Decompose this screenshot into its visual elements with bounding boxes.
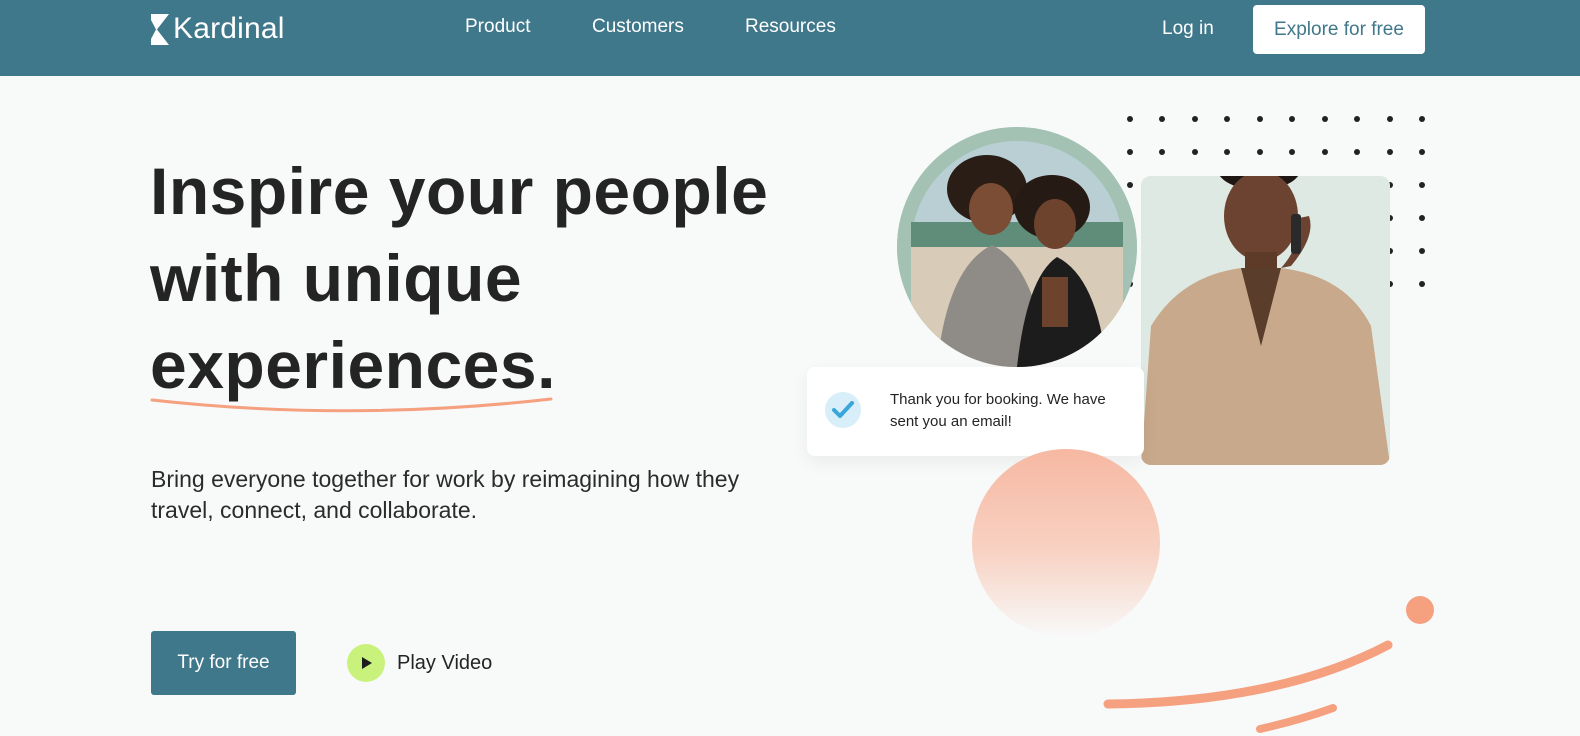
brand-logo[interactable]: Kardinal	[151, 12, 285, 46]
booking-confirmation-toast: Thank you for booking. We have sent you …	[807, 367, 1144, 456]
login-link[interactable]: Log in	[1162, 18, 1214, 40]
brand-name: Kardinal	[173, 12, 285, 45]
man-on-phone-photo	[1141, 176, 1390, 465]
try-for-free-button[interactable]: Try for free	[151, 631, 296, 695]
play-video-button[interactable]: Play Video	[347, 644, 492, 682]
nav-link-resources[interactable]: Resources	[745, 16, 836, 38]
top-nav: Kardinal Product Customers Resources Log…	[0, 0, 1580, 76]
nav-link-product[interactable]: Product	[465, 16, 530, 38]
play-video-label: Play Video	[397, 651, 493, 674]
swoosh-decoration	[1103, 596, 1434, 733]
nav-link-customers[interactable]: Customers	[592, 16, 684, 38]
checkmark-icon	[825, 392, 861, 428]
toast-message: Thank you for booking. We have sent you …	[890, 391, 1106, 430]
headline-underline	[150, 397, 553, 413]
hero-subtitle: Bring everyone together for work by reim…	[151, 466, 740, 523]
explore-for-free-button[interactable]: Explore for free	[1253, 5, 1425, 54]
headline-line-2: with unique	[150, 241, 523, 315]
kardinal-logo-icon	[151, 13, 169, 45]
friends-photo	[897, 127, 1137, 367]
hero-headline: Inspire your people with unique experien…	[150, 148, 810, 409]
play-icon	[347, 644, 385, 682]
headline-line-1: Inspire your people	[150, 154, 769, 228]
